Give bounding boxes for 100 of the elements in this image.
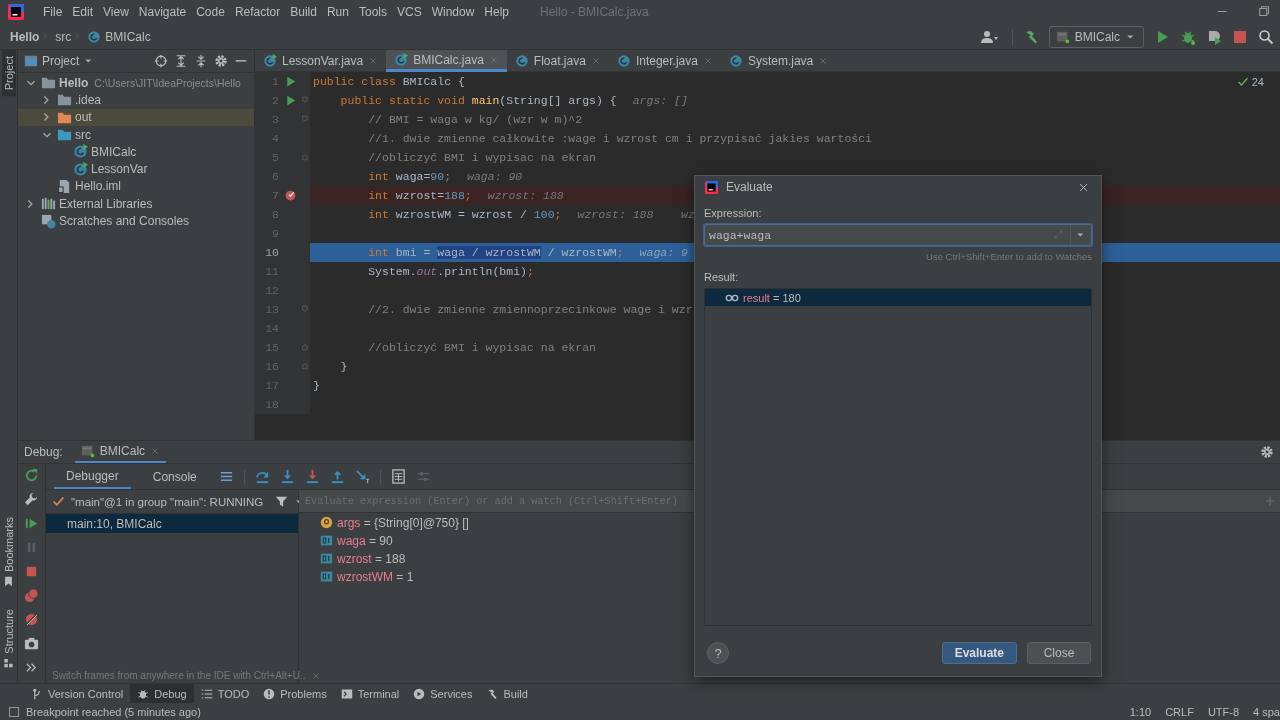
folder-icon bbox=[57, 127, 72, 143]
stop-icon[interactable] bbox=[1232, 28, 1248, 45]
variable-value[interactable]: wzrost = 188 bbox=[337, 551, 406, 566]
side-tab[interactable]: Structure bbox=[1, 603, 16, 675]
thread-name[interactable]: "main"@1 in group "main": RUNNING bbox=[71, 495, 264, 508]
line-separator[interactable]: CRLF bbox=[1165, 705, 1194, 718]
tree-item[interactable]: External Libraries bbox=[59, 196, 153, 211]
tool-window-button[interactable]: Version Control bbox=[24, 684, 131, 703]
run-configuration-dropdown[interactable]: BMICalc bbox=[1048, 25, 1144, 48]
variable-value[interactable]: wzrostWM = 1 bbox=[337, 569, 414, 584]
menu-item[interactable]: File bbox=[38, 3, 68, 21]
tool-window-button[interactable]: Problems bbox=[256, 684, 334, 703]
editor-tab[interactable]: Integer.java bbox=[608, 50, 721, 72]
variable-value[interactable]: args = {String[0]@750} [] bbox=[337, 515, 469, 530]
step-out-icon[interactable] bbox=[329, 469, 345, 484]
variable-value[interactable]: waga = 90 bbox=[337, 533, 393, 548]
step-into-icon[interactable] bbox=[279, 469, 295, 484]
wrench-icon[interactable] bbox=[24, 492, 39, 507]
tree-item[interactable]: src bbox=[75, 127, 91, 142]
class-icon bbox=[616, 54, 631, 68]
stack-frame[interactable]: main:10, BMICalc bbox=[46, 514, 298, 533]
tree-item[interactable]: Scratches and Consoles bbox=[59, 214, 190, 228]
tree-item[interactable]: LessonVar bbox=[91, 162, 148, 177]
field-icon bbox=[320, 570, 333, 583]
coverage-icon[interactable] bbox=[1206, 28, 1222, 45]
class-icon bbox=[728, 54, 743, 68]
rerun-icon[interactable] bbox=[24, 468, 39, 483]
play-icon bbox=[413, 687, 426, 700]
result-row[interactable]: result = 180 bbox=[705, 289, 1091, 306]
evaluate-button[interactable]: Evaluate bbox=[941, 642, 1017, 664]
session-tab[interactable]: BMICalc bbox=[74, 441, 167, 463]
menu-item[interactable]: Help bbox=[479, 3, 515, 21]
tool-window-button[interactable]: Terminal bbox=[333, 684, 407, 703]
editor-tab[interactable]: Float.java bbox=[506, 50, 609, 72]
settings-icon[interactable] bbox=[1260, 445, 1274, 459]
debugger-tab[interactable]: Console bbox=[140, 464, 209, 489]
tree-item[interactable]: out bbox=[75, 110, 92, 125]
resume-icon[interactable] bbox=[24, 516, 39, 531]
locate-icon[interactable] bbox=[154, 54, 168, 68]
breadcrumb[interactable]: Hello bbox=[10, 29, 40, 44]
tool-window-button[interactable]: Build bbox=[479, 684, 535, 703]
stop-icon[interactable] bbox=[24, 564, 39, 579]
editor-tab[interactable]: System.java bbox=[720, 50, 837, 72]
module-folder-icon bbox=[41, 75, 56, 91]
editor-tab[interactable]: BMICalc.java bbox=[386, 50, 507, 72]
menu-item[interactable]: VCS bbox=[391, 3, 427, 21]
cursor-position[interactable]: 1:10 bbox=[1129, 705, 1152, 718]
camera-icon[interactable] bbox=[24, 636, 39, 651]
check-icon bbox=[52, 495, 65, 508]
indent-setting[interactable]: 4 spa bbox=[1253, 705, 1280, 718]
file-encoding[interactable]: UTF-8 bbox=[1207, 705, 1240, 718]
filter-icon[interactable] bbox=[275, 495, 289, 508]
check-icon[interactable] bbox=[1236, 76, 1249, 88]
breakpoint-icon[interactable] bbox=[283, 189, 297, 202]
editor-tab[interactable]: LessonVar.java bbox=[255, 50, 387, 72]
breakpoints-icon[interactable] bbox=[24, 588, 39, 603]
project-view-dropdown[interactable]: Project bbox=[24, 54, 96, 68]
tree-item[interactable]: .idea bbox=[75, 92, 102, 107]
expand-all-icon[interactable] bbox=[174, 54, 188, 68]
field-icon bbox=[320, 534, 333, 547]
tool-window-button[interactable]: TODO bbox=[193, 684, 257, 703]
tree-item[interactable]: Hello bbox=[59, 75, 89, 90]
menu-item[interactable]: Run bbox=[321, 3, 354, 21]
force-step-into-icon[interactable] bbox=[304, 469, 320, 484]
tool-window-button[interactable]: Debug bbox=[130, 684, 194, 703]
tool-window-button[interactable]: Services bbox=[406, 684, 480, 703]
warning-icon bbox=[263, 687, 276, 700]
menu-item[interactable]: Window bbox=[426, 3, 480, 21]
step-over-icon[interactable] bbox=[254, 469, 270, 484]
restore-icon[interactable] bbox=[1258, 5, 1272, 19]
tree-item[interactable]: BMICalc bbox=[91, 144, 137, 159]
tree-item[interactable]: Hello.iml bbox=[75, 179, 121, 194]
menu-icon[interactable] bbox=[218, 469, 234, 484]
calculator-icon[interactable] bbox=[390, 469, 406, 484]
menu-item[interactable]: Tools bbox=[353, 3, 392, 21]
class-icon bbox=[394, 52, 409, 67]
code-line: int wzrostWM = wzrost / 100; bbox=[367, 208, 562, 221]
side-tab[interactable]: Project bbox=[1, 50, 16, 97]
debugger-tab[interactable]: Debugger bbox=[54, 464, 131, 489]
menu-item[interactable]: Navigate bbox=[133, 3, 192, 21]
breadcrumb[interactable]: src bbox=[55, 29, 72, 44]
help-button[interactable]: ? bbox=[707, 642, 729, 664]
menu-item[interactable]: View bbox=[98, 3, 134, 21]
mute-breakpoints-icon[interactable] bbox=[24, 612, 39, 627]
side-tab[interactable]: Bookmarks bbox=[1, 511, 16, 594]
menu-item[interactable]: Edit bbox=[67, 3, 99, 21]
settings-icon[interactable] bbox=[214, 54, 228, 68]
problems-count[interactable]: 24 bbox=[1251, 76, 1264, 88]
close-button[interactable]: Close bbox=[1027, 642, 1091, 664]
panel-toggle-icon[interactable] bbox=[8, 705, 20, 718]
collapse-all-icon[interactable] bbox=[194, 54, 208, 68]
expression-field[interactable]: waga+waga bbox=[704, 224, 1092, 246]
menu-item[interactable]: Build bbox=[285, 3, 322, 21]
breadcrumb[interactable]: BMICalc bbox=[105, 29, 151, 44]
close-icon[interactable] bbox=[1078, 181, 1089, 193]
run-to-cursor-icon[interactable] bbox=[354, 469, 370, 484]
menu-item[interactable]: Refactor bbox=[229, 3, 286, 21]
search-icon[interactable] bbox=[1258, 28, 1274, 45]
menu-item[interactable]: Code bbox=[191, 3, 230, 21]
libraries-icon bbox=[41, 196, 56, 212]
